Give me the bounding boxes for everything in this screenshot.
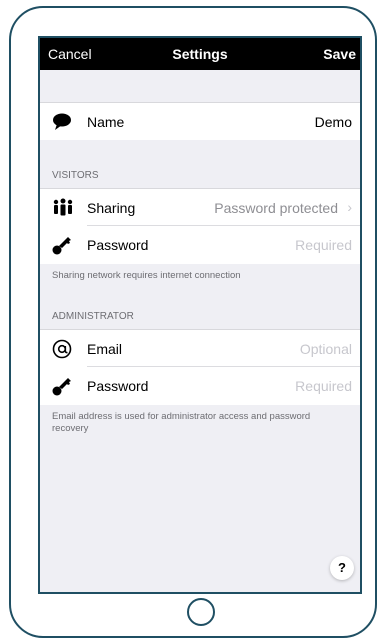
sharing-row[interactable]: Sharing Password protected › — [40, 188, 360, 226]
admin-password-label: Password — [87, 378, 149, 394]
people-icon — [52, 198, 73, 218]
app-screen: Cancel Settings Save Name Demo VISITORS — [40, 38, 360, 592]
home-button[interactable] — [187, 598, 215, 626]
at-sign-icon — [52, 339, 72, 359]
name-value[interactable]: Demo — [315, 114, 352, 130]
email-field[interactable]: Optional — [300, 341, 352, 357]
save-button[interactable]: Save — [323, 46, 356, 62]
key-icon — [52, 235, 72, 255]
administrator-footer-note: Email address is used for administrator … — [52, 411, 311, 434]
speech-bubble-icon — [52, 112, 72, 132]
name-row[interactable]: Name Demo — [40, 102, 360, 140]
page-title: Settings — [172, 46, 228, 62]
name-label: Name — [87, 114, 125, 130]
email-label: Email — [87, 341, 123, 357]
visitors-section-header: VISITORS — [52, 170, 99, 181]
visitor-password-label: Password — [87, 237, 149, 253]
sharing-value: Password protected — [214, 200, 338, 216]
navigation-bar: Cancel Settings Save — [40, 38, 360, 70]
chevron-right-icon: › — [347, 199, 352, 215]
visitor-password-row[interactable]: Password Required — [40, 226, 360, 264]
visitor-password-field[interactable]: Required — [295, 237, 352, 253]
email-row[interactable]: Email Optional — [40, 329, 360, 367]
help-button[interactable]: ? — [330, 556, 354, 580]
key-icon — [52, 376, 72, 396]
administrator-section-header: ADMINISTRATOR — [52, 311, 134, 322]
admin-password-field[interactable]: Required — [295, 378, 352, 394]
admin-password-row[interactable]: Password Required — [40, 367, 360, 405]
sharing-label: Sharing — [87, 200, 136, 216]
visitors-footer-note: Sharing network requires internet connec… — [52, 270, 241, 281]
